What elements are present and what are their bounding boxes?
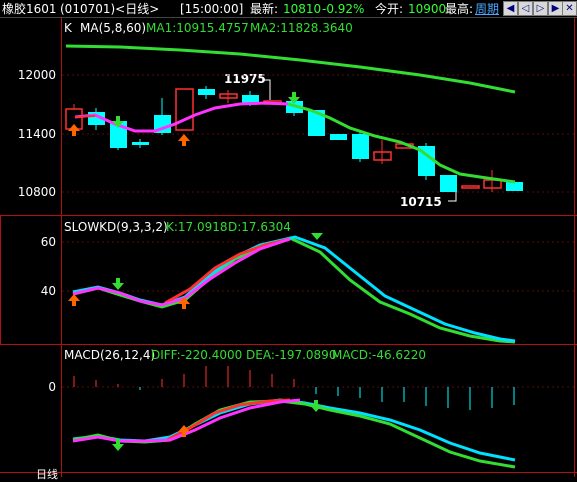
- buy-arrow-icon: [178, 134, 190, 146]
- ma-short-green-segment: [287, 102, 516, 184]
- macd-diff-line: [72, 399, 516, 469]
- candle: [330, 134, 347, 140]
- ma-short-magenta-segment: [74, 101, 289, 133]
- kd-k-red-segment: [164, 237, 291, 305]
- indicator-charts: [62, 44, 574, 469]
- sell-arrow-icon: [310, 400, 322, 412]
- kd-k-line: [72, 235, 516, 343]
- kd-signal-arrows: [68, 233, 323, 309]
- candle: [440, 175, 457, 192]
- sell-arrow-icon: [311, 233, 323, 240]
- buy-arrow-icon: [68, 294, 80, 306]
- ma-long-line: [65, 44, 516, 94]
- sell-arrow-icon: [112, 278, 124, 290]
- candle: [461, 185, 480, 189]
- ma-short-red-segment: [74, 115, 96, 118]
- high-annotation-leader: [262, 79, 271, 100]
- macd-dea-magenta-segment: [72, 398, 301, 443]
- low-annotation-leader: [448, 192, 457, 202]
